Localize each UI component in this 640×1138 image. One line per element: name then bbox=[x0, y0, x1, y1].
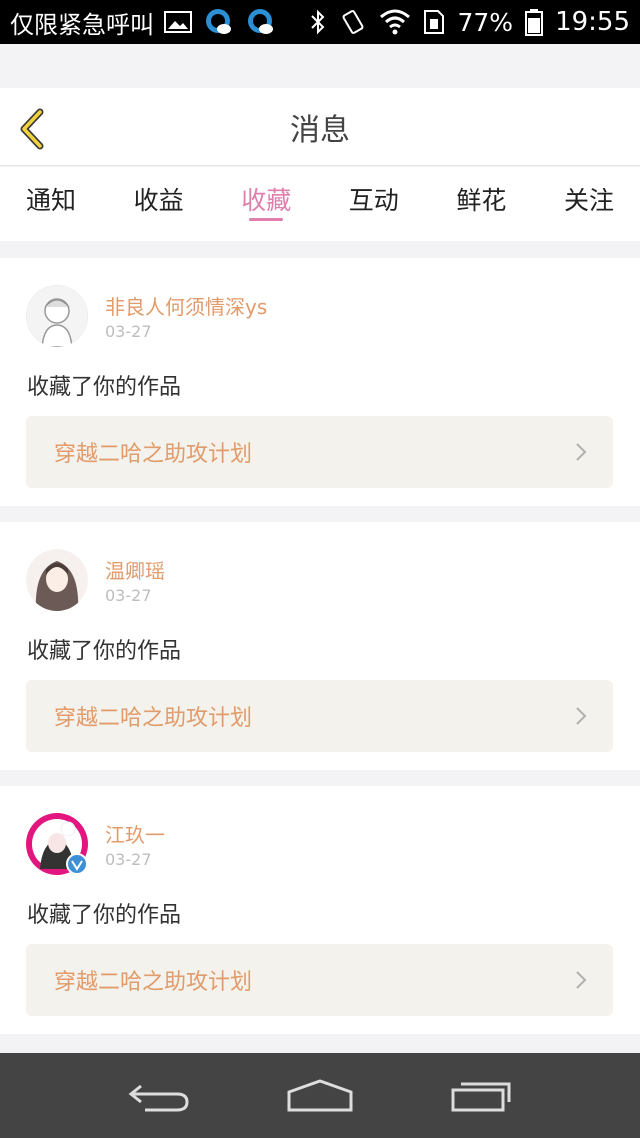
qq-icon bbox=[244, 7, 276, 37]
tab-favorites[interactable]: 收藏 bbox=[241, 167, 291, 241]
avatar[interactable] bbox=[26, 813, 88, 875]
home-icon bbox=[287, 1078, 353, 1111]
verified-badge-icon bbox=[66, 853, 88, 875]
battery-percent: 77% bbox=[457, 7, 514, 37]
message-date: 03-27 bbox=[105, 850, 152, 869]
qq-icon bbox=[202, 7, 234, 37]
tab-flowers[interactable]: 鲜花 bbox=[456, 167, 506, 241]
recent-apps-icon bbox=[451, 1082, 511, 1111]
tab-follows[interactable]: 关注 bbox=[564, 167, 614, 241]
image-icon bbox=[164, 10, 192, 34]
back-icon bbox=[128, 1084, 189, 1111]
action-text: 收藏了你的作品 bbox=[27, 375, 182, 400]
message-card: 江玖一 03-27 收藏了你的作品 穿越二哈之助攻计划 bbox=[0, 786, 640, 1034]
vibrate-icon bbox=[339, 8, 367, 36]
nav-home-button[interactable] bbox=[285, 1078, 355, 1114]
system-navbar bbox=[0, 1053, 640, 1138]
tab-notifications[interactable]: 通知 bbox=[26, 167, 76, 241]
wifi-icon bbox=[379, 9, 411, 35]
work-title: 穿越二哈之助攻计划 bbox=[54, 442, 253, 467]
work-link[interactable]: 穿越二哈之助攻计划 bbox=[26, 680, 613, 752]
clock: 19:55 bbox=[555, 7, 630, 37]
message-card: 非良人何须情深ys 03-27 收藏了你的作品 穿越二哈之助攻计划 bbox=[0, 258, 640, 506]
sim-icon bbox=[423, 9, 445, 35]
tab-earnings[interactable]: 收益 bbox=[134, 167, 184, 241]
work-title: 穿越二哈之助攻计划 bbox=[54, 970, 253, 995]
nav-back-button[interactable] bbox=[127, 1078, 191, 1114]
username[interactable]: 江玖一 bbox=[105, 819, 165, 848]
chevron-left-icon bbox=[20, 108, 44, 150]
username[interactable]: 非良人何须情深ys bbox=[105, 291, 267, 320]
message-date: 03-27 bbox=[105, 586, 152, 605]
header-bar: 消息 bbox=[0, 88, 640, 166]
message-card: 温卿瑶 03-27 收藏了你的作品 穿越二哈之助攻计划 bbox=[0, 522, 640, 770]
tab-bar: 通知 收益 收藏 互动 鲜花 关注 bbox=[0, 167, 640, 241]
work-title: 穿越二哈之助攻计划 bbox=[54, 706, 253, 731]
avatar[interactable] bbox=[26, 285, 88, 347]
username[interactable]: 温卿瑶 bbox=[105, 555, 165, 584]
chevron-right-icon bbox=[576, 443, 587, 461]
chevron-right-icon bbox=[576, 707, 587, 725]
work-link[interactable]: 穿越二哈之助攻计划 bbox=[26, 944, 613, 1016]
action-text: 收藏了你的作品 bbox=[27, 903, 182, 928]
avatar[interactable] bbox=[26, 549, 88, 611]
carrier-text: 仅限紧急呼叫 bbox=[10, 10, 154, 39]
chevron-right-icon bbox=[576, 971, 587, 989]
battery-icon bbox=[525, 8, 544, 36]
tab-interactions[interactable]: 互动 bbox=[349, 167, 399, 241]
status-bar: 仅限紧急呼叫 77% 19:55 bbox=[0, 0, 640, 44]
back-button[interactable] bbox=[14, 106, 54, 152]
page-title: 消息 bbox=[290, 112, 350, 148]
bluetooth-icon bbox=[309, 8, 327, 36]
message-date: 03-27 bbox=[105, 322, 152, 341]
nav-recent-button[interactable] bbox=[449, 1078, 513, 1114]
work-link[interactable]: 穿越二哈之助攻计划 bbox=[26, 416, 613, 488]
action-text: 收藏了你的作品 bbox=[27, 639, 182, 664]
